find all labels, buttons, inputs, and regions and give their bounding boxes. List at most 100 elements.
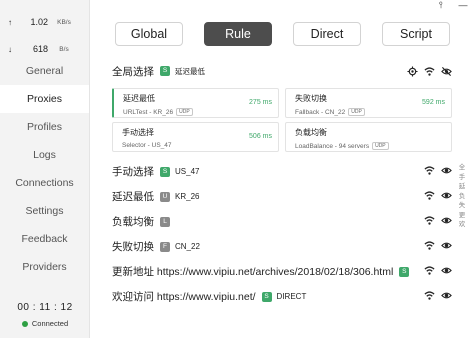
- upload-unit: KB/s: [57, 18, 71, 26]
- group-actions: [424, 159, 452, 181]
- group-current: DIRECT: [276, 292, 307, 301]
- sidebar-item-connections[interactable]: Connections: [0, 169, 89, 197]
- wifi-icon[interactable]: [424, 190, 435, 201]
- group-row-fallback[interactable]: 失败切换 F CN_22: [112, 234, 452, 259]
- group-actions: [424, 234, 452, 256]
- udp-badge: UDP: [176, 108, 193, 116]
- side-index-item[interactable]: 负: [459, 192, 466, 202]
- group-current: 延迟最低: [175, 66, 205, 76]
- group-header-global[interactable]: 全局选择 S 延迟最低: [112, 60, 452, 82]
- eye-icon[interactable]: [441, 215, 452, 226]
- proxy-card[interactable]: 负载均衡 LoadBalance - 94 servers UDP: [285, 122, 452, 152]
- group-row-lowest-latency[interactable]: 延迟最低 U KR_26: [112, 184, 452, 209]
- group-name: 欢迎访问 https://www.vipiu.net/: [112, 291, 256, 303]
- sidebar-item-proxies[interactable]: Proxies: [0, 85, 89, 113]
- proxy-type-label: URLTest - KR_26: [123, 108, 174, 116]
- eye-icon[interactable]: [441, 240, 452, 251]
- group-row-manual[interactable]: 手动选择 S US_47: [112, 159, 452, 184]
- side-index-item[interactable]: 全: [459, 163, 466, 173]
- group-actions: [424, 209, 452, 231]
- proxy-type: Fallback - CN_22 UDP: [295, 108, 444, 116]
- side-index-item[interactable]: 欢: [459, 220, 466, 230]
- download-arrow-icon: ↓: [8, 44, 12, 54]
- group-current: US_47: [175, 167, 200, 176]
- group-row-welcome[interactable]: 欢迎访问 https://www.vipiu.net/ S DIRECT: [112, 284, 452, 309]
- status-dot-icon: [21, 320, 28, 327]
- group-name: 负载均衡: [112, 216, 154, 228]
- group-row-load-balance[interactable]: 负载均衡 L: [112, 209, 452, 234]
- proxy-type: Selector - US_47: [122, 142, 271, 149]
- mode-tabs: Global Rule Direct Script: [115, 22, 450, 46]
- sidebar-item-general[interactable]: General: [0, 57, 89, 85]
- group-actions: [424, 184, 452, 206]
- sidebar-item-settings[interactable]: Settings: [0, 197, 89, 225]
- udp-badge: UDP: [348, 108, 365, 116]
- mode-rule-button[interactable]: Rule: [204, 22, 272, 46]
- pin-icon[interactable]: ⫯: [430, 0, 452, 11]
- proxy-delay: 275 ms: [249, 99, 272, 106]
- sidebar-item-feedback[interactable]: Feedback: [0, 225, 89, 253]
- eye-icon[interactable]: [441, 290, 452, 301]
- group-type-badge: F: [160, 241, 170, 252]
- group-name: 更新地址 https://www.vipiu.net/archives/2018…: [112, 266, 394, 278]
- group-type-badge: L: [160, 216, 170, 227]
- sidebar-nav: General Proxies Profiles Logs Connection…: [0, 57, 89, 281]
- proxy-delay: 506 ms: [249, 133, 272, 140]
- window-controls: ⫯ —: [430, 0, 474, 11]
- group-current: KR_26: [175, 192, 200, 201]
- proxy-type-label: Selector - US_47: [122, 142, 172, 149]
- mode-script-button[interactable]: Script: [382, 22, 450, 46]
- upload-arrow-icon: ↑: [8, 17, 12, 27]
- wifi-icon[interactable]: [424, 290, 435, 301]
- proxy-card[interactable]: 延迟最低 URLTest - KR_26 UDP 275 ms: [112, 88, 279, 118]
- side-index-item[interactable]: 更: [459, 211, 466, 221]
- eye-off-icon[interactable]: [441, 66, 452, 77]
- target-icon[interactable]: [407, 65, 418, 77]
- group-actions: [407, 60, 452, 82]
- proxy-card[interactable]: 失败切换 Fallback - CN_22 UDP 592 ms: [285, 88, 452, 118]
- wifi-icon[interactable]: [424, 240, 435, 251]
- proxy-card[interactable]: 手动选择 Selector - US_47 506 ms: [112, 122, 279, 152]
- upload-value: 1.02: [30, 17, 48, 27]
- side-index-item[interactable]: 延: [459, 182, 466, 192]
- sidebar-item-logs[interactable]: Logs: [0, 141, 89, 169]
- wifi-icon[interactable]: [424, 66, 435, 77]
- group-actions: [424, 284, 452, 306]
- proxy-delay: 592 ms: [422, 99, 445, 106]
- proxy-cards: 延迟最低 URLTest - KR_26 UDP 275 ms 失败切换 Fall…: [112, 88, 452, 152]
- sidebar: ↑ 1.02 KB/s ↓ 618 B/s General Proxies Pr…: [0, 0, 90, 338]
- uptime-clock: 00 : 11 : 12: [17, 302, 73, 313]
- status-area: 00 : 11 : 12 Connected: [0, 302, 90, 338]
- group-name: 失败切换: [112, 241, 154, 253]
- group-row-update-url[interactable]: 更新地址 https://www.vipiu.net/archives/2018…: [112, 259, 452, 284]
- proxy-name: 负载均衡: [295, 128, 327, 137]
- eye-icon[interactable]: [441, 265, 452, 276]
- upload-speed: ↑ 1.02 KB/s: [0, 15, 89, 29]
- eye-icon[interactable]: [441, 165, 452, 176]
- group-current: CN_22: [175, 242, 200, 251]
- group-type-badge: S: [399, 266, 410, 277]
- group-name: 全局选择: [112, 65, 154, 78]
- traffic-panel: ↑ 1.02 KB/s ↓ 618 B/s: [0, 0, 89, 57]
- mode-direct-button[interactable]: Direct: [293, 22, 361, 46]
- download-speed: ↓ 618 B/s: [0, 42, 89, 56]
- minimize-icon[interactable]: —: [452, 0, 474, 11]
- download-unit: B/s: [59, 45, 69, 53]
- proxy-type-label: LoadBalance - 94 servers: [295, 142, 370, 150]
- mode-global-button[interactable]: Global: [115, 22, 183, 46]
- group-actions: [424, 259, 452, 281]
- group-type-badge: S: [160, 66, 170, 76]
- side-index-item[interactable]: 失: [459, 201, 466, 211]
- wifi-icon[interactable]: [424, 165, 435, 176]
- group-type-badge: S: [160, 166, 170, 177]
- sidebar-item-profiles[interactable]: Profiles: [0, 113, 89, 141]
- proxy-type: URLTest - KR_26 UDP: [123, 108, 271, 116]
- side-index-item[interactable]: 手: [459, 173, 466, 183]
- wifi-icon[interactable]: [424, 265, 435, 276]
- connection-label: Connected: [31, 319, 69, 328]
- eye-icon[interactable]: [441, 190, 452, 201]
- group-side-index: 全 手 延 负 失 更 欢: [458, 163, 466, 230]
- proxy-type: LoadBalance - 94 servers UDP: [295, 142, 444, 150]
- sidebar-item-providers[interactable]: Providers: [0, 253, 89, 281]
- wifi-icon[interactable]: [424, 215, 435, 226]
